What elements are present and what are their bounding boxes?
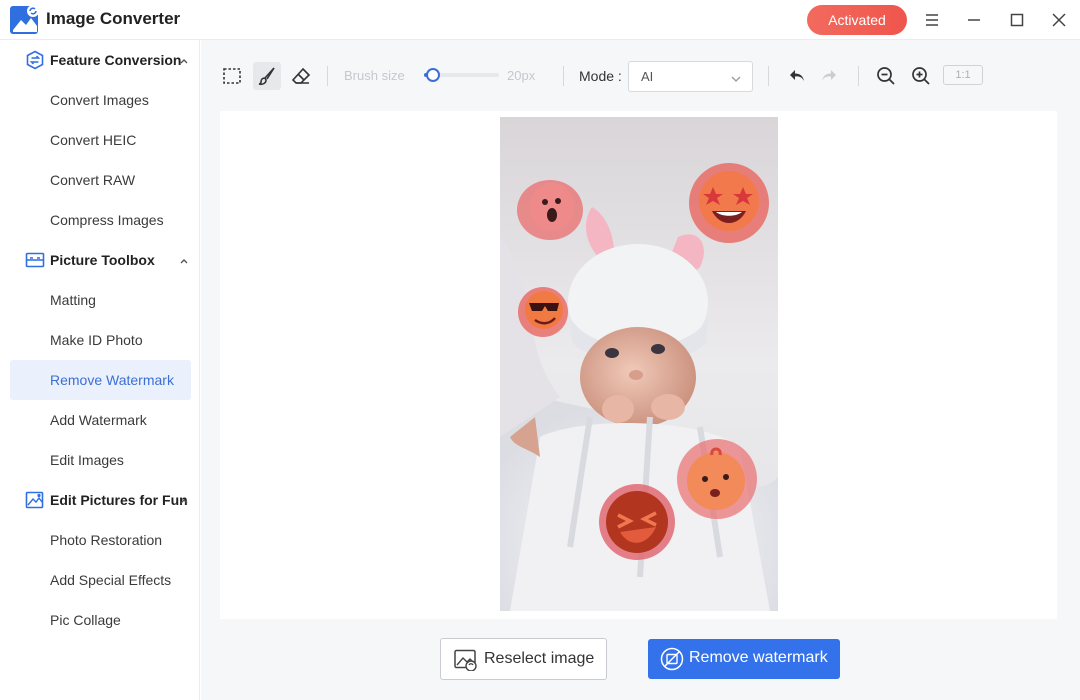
reselect-image-label: Reselect image bbox=[484, 650, 595, 667]
sidebar-item-label: Edit Images bbox=[50, 452, 124, 468]
sidebar-item-label: Convert Images bbox=[50, 92, 149, 108]
toolbar-divider bbox=[768, 66, 769, 86]
baby-photo-with-emoji-stickers[interactable] bbox=[500, 117, 778, 611]
sidebar-item-label: Matting bbox=[50, 292, 96, 308]
sidebar-item-photo-restoration[interactable]: Photo Restoration bbox=[10, 520, 191, 560]
sidebar: Feature Conversion Convert Images Conver… bbox=[0, 40, 200, 700]
sidebar-item-add-special-effects[interactable]: Add Special Effects bbox=[10, 560, 191, 600]
toolbox-icon bbox=[25, 250, 45, 270]
sidebar-item-label: Convert RAW bbox=[50, 172, 136, 188]
undo-icon[interactable] bbox=[783, 62, 811, 90]
hamburger-icon[interactable] bbox=[920, 8, 944, 32]
mode-select-value: AI bbox=[641, 69, 654, 84]
sidebar-item-convert-raw[interactable]: Convert RAW bbox=[10, 160, 191, 200]
chevron-up-icon bbox=[178, 254, 190, 266]
sunglasses-emoji-sticker bbox=[518, 287, 568, 337]
sidebar-group-picture-toolbox[interactable]: Picture Toolbox bbox=[0, 240, 200, 280]
zoom-reset-button[interactable]: 1:1 bbox=[943, 65, 983, 85]
editor-toolbar: Brush size 20px Mode : AI 1:1 bbox=[201, 40, 1080, 110]
remove-watermark-icon bbox=[660, 647, 684, 671]
chevron-down-icon bbox=[730, 72, 742, 84]
laughing-emoji-sticker bbox=[599, 484, 675, 560]
minimize-icon[interactable] bbox=[962, 8, 986, 32]
toolbar-divider bbox=[327, 66, 328, 86]
sidebar-group-label: Edit Pictures for Fun bbox=[50, 492, 188, 508]
ghost-emoji-sticker bbox=[517, 180, 583, 240]
mode-select[interactable]: AI bbox=[628, 61, 753, 92]
sidebar-item-label: Pic Collage bbox=[50, 612, 121, 628]
sidebar-item-edit-images[interactable]: Edit Images bbox=[10, 440, 191, 480]
brush-size-value: 20px bbox=[507, 68, 536, 83]
mode-label: Mode : bbox=[579, 68, 622, 84]
sidebar-item-label: Add Special Effects bbox=[50, 572, 172, 588]
app-logo-icon bbox=[9, 4, 41, 36]
remove-watermark-label: Remove watermark bbox=[689, 649, 828, 666]
brush-icon[interactable] bbox=[253, 62, 281, 90]
zoom-out-icon[interactable] bbox=[872, 62, 900, 90]
toolbar-divider bbox=[563, 66, 564, 86]
sidebar-item-convert-heic[interactable]: Convert HEIC bbox=[10, 120, 191, 160]
chevron-up-icon bbox=[178, 494, 190, 506]
sidebar-item-label: Add Watermark bbox=[50, 412, 147, 428]
sidebar-group-edit-pictures-for-fun[interactable]: Edit Pictures for Fun bbox=[0, 480, 200, 520]
sidebar-item-compress-images[interactable]: Compress Images bbox=[10, 200, 191, 240]
sidebar-item-label: Photo Restoration bbox=[50, 532, 163, 548]
brush-size-slider-handle[interactable] bbox=[426, 68, 440, 82]
close-icon[interactable] bbox=[1047, 8, 1071, 32]
image-canvas[interactable] bbox=[220, 111, 1057, 619]
sidebar-item-label: Make ID Photo bbox=[50, 332, 143, 348]
chevron-up-icon bbox=[178, 54, 190, 66]
app-title: Image Converter bbox=[46, 9, 181, 28]
maximize-icon[interactable] bbox=[1005, 8, 1029, 32]
reselect-image-button[interactable]: Reselect image bbox=[440, 638, 607, 680]
sidebar-item-label: Compress Images bbox=[50, 212, 164, 228]
title-bar: Image Converter Activated bbox=[0, 0, 1080, 40]
sidebar-item-label: Convert HEIC bbox=[50, 132, 137, 148]
sidebar-item-make-id-photo[interactable]: Make ID Photo bbox=[10, 320, 191, 360]
sidebar-group-label: Feature Conversion bbox=[50, 52, 182, 68]
brush-size-label: Brush size bbox=[344, 68, 405, 83]
sidebar-item-remove-watermark[interactable]: Remove Watermark bbox=[10, 360, 191, 400]
baby-face-emoji-sticker bbox=[677, 439, 757, 519]
rectangle-select-icon[interactable] bbox=[218, 62, 246, 90]
redo-icon[interactable] bbox=[815, 62, 843, 90]
image-refresh-icon bbox=[454, 649, 478, 672]
sidebar-item-add-watermark[interactable]: Add Watermark bbox=[10, 400, 191, 440]
sidebar-group-feature-conversion[interactable]: Feature Conversion bbox=[0, 40, 200, 80]
activated-button[interactable]: Activated bbox=[807, 5, 907, 35]
sidebar-item-matting[interactable]: Matting bbox=[10, 280, 191, 320]
star-eyes-emoji-sticker bbox=[689, 163, 769, 243]
toolbar-divider bbox=[858, 66, 859, 86]
sidebar-item-label: Remove Watermark bbox=[50, 372, 174, 388]
picture-edit-icon bbox=[25, 490, 45, 510]
sidebar-group-label: Picture Toolbox bbox=[50, 252, 155, 268]
exchange-circle-icon bbox=[25, 50, 45, 70]
zoom-in-icon[interactable] bbox=[907, 62, 935, 90]
eraser-icon[interactable] bbox=[287, 62, 315, 90]
sidebar-item-convert-images[interactable]: Convert Images bbox=[10, 80, 191, 120]
sidebar-item-pic-collage[interactable]: Pic Collage bbox=[10, 600, 191, 640]
main-area: Brush size 20px Mode : AI 1:1 Reselect i… bbox=[201, 40, 1080, 700]
photo-image bbox=[500, 117, 778, 611]
remove-watermark-button[interactable]: Remove watermark bbox=[648, 639, 840, 679]
